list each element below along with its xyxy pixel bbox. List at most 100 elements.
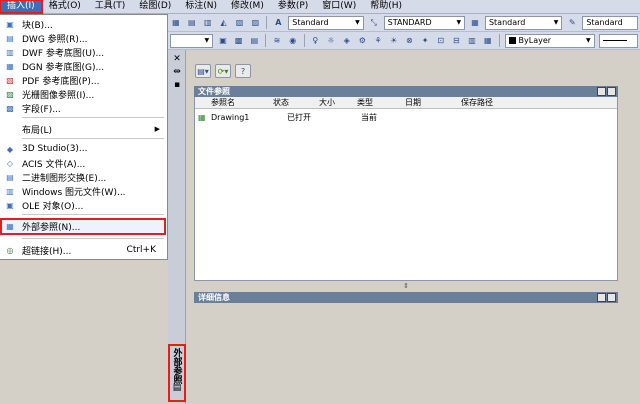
col-date[interactable]: 日期: [405, 97, 421, 109]
field-icon: ▩: [6, 103, 14, 113]
tool-icon[interactable]: ✦: [418, 34, 432, 48]
menu-item-hyperlink[interactable]: ◎ 超链接(H)... Ctrl+K: [0, 243, 166, 257]
xref-icon: ▦: [6, 222, 14, 231]
tool-icon[interactable]: ▦: [169, 16, 183, 30]
menu-item-pdf-underlay[interactable]: ▧ PDF 参考底图(P)...: [0, 73, 166, 87]
col-size[interactable]: 大小: [319, 97, 335, 109]
attach-dwg-icon[interactable]: ▤▾: [195, 64, 211, 78]
separator: [303, 34, 305, 47]
mleader-style-icon[interactable]: ✎: [565, 16, 579, 30]
palette-toolbar: ▤▾ ⟳▾ ?: [194, 64, 254, 78]
menu-modify[interactable]: 修改(M): [224, 0, 271, 13]
col-type[interactable]: 类型: [357, 97, 373, 109]
menu-window[interactable]: 窗口(W): [315, 0, 363, 13]
separator: [498, 34, 500, 47]
details-pane: [194, 303, 618, 401]
drawing-file-icon: ▦: [198, 113, 206, 122]
tool-icon[interactable]: ◭: [217, 16, 231, 30]
table-row[interactable]: ▦ Drawing1 已打开 当前: [195, 112, 617, 124]
list-view-icon[interactable]: [597, 87, 606, 96]
tool-icon[interactable]: ▥: [201, 16, 215, 30]
block-icon: ▣: [6, 19, 14, 29]
color-select[interactable]: ByLayer ▼: [504, 33, 595, 48]
menu-item-ole[interactable]: ▣ OLE 对象(O)...: [0, 198, 166, 212]
table-style-select[interactable]: Standard ▼: [484, 15, 563, 30]
text-style-icon[interactable]: A: [271, 16, 285, 30]
tool-icon[interactable]: ▥: [465, 34, 479, 48]
menu-parametric[interactable]: 参数(P): [271, 0, 315, 13]
tool-icon[interactable]: ▩: [232, 34, 246, 48]
mleader-style-select[interactable]: Standard: [582, 15, 638, 30]
auto-hide-icon[interactable]: ⇹: [171, 67, 183, 77]
text-style-select[interactable]: Standard ▼: [288, 15, 364, 30]
help-icon[interactable]: ?: [235, 64, 251, 78]
menu-item-block[interactable]: ▣ 块(B)...: [0, 17, 166, 31]
wmf-icon: ▥: [6, 186, 14, 196]
panel-splitter[interactable]: ⇕: [194, 281, 618, 291]
dgn-underlay-icon: ▦: [6, 61, 14, 71]
raster-image-icon: ▨: [6, 89, 14, 99]
refresh-icon[interactable]: ⟳▾: [215, 64, 231, 78]
layers-toolbar: ▼ ▣ ▩ ▤ ≋ ◉ ♀ ☼ ◈ ⚙ ⚘ ☀ ⊗ ✦ ⊡ ⊟ ▥ ▦ ByLa…: [168, 32, 640, 50]
tree-view-icon[interactable]: [607, 87, 616, 96]
tool-icon[interactable]: ☼: [324, 34, 338, 48]
layer-state-icon[interactable]: ◉: [286, 34, 300, 48]
dim-style-icon[interactable]: ⤡: [367, 16, 381, 30]
tool-icon[interactable]: ▤: [185, 16, 199, 30]
preview-view-icon[interactable]: [607, 293, 616, 302]
file-references-list[interactable]: 参照名 状态 大小 类型 日期 保存路径 ▦ Drawing1 已打开 当前: [194, 97, 618, 281]
menu-item-external-references[interactable]: ▦ 外部参照(N)...: [0, 218, 166, 235]
column-header-row: 参照名 状态 大小 类型 日期 保存路径: [195, 97, 617, 109]
menu-tools[interactable]: 工具(T): [88, 0, 133, 13]
menu-separator: [22, 117, 164, 118]
tool-icon[interactable]: ▧: [233, 16, 247, 30]
workspace-select[interactable]: ▼: [170, 33, 214, 48]
tool-icon[interactable]: ⊡: [434, 34, 448, 48]
menu-item-dwg-ref[interactable]: ▤ DWG 参照(R)...: [0, 31, 166, 45]
col-status[interactable]: 状态: [273, 97, 289, 109]
tool-icon[interactable]: ⊗: [403, 34, 417, 48]
tool-icon[interactable]: ⚙: [356, 34, 370, 48]
tool-icon[interactable]: ⚘: [371, 34, 385, 48]
close-icon[interactable]: ✕: [171, 54, 183, 64]
menu-item-raster-image[interactable]: ▨ 光栅图像参照(I)...: [0, 87, 166, 101]
menu-format[interactable]: 格式(O): [42, 0, 88, 13]
details-view-icon[interactable]: [597, 293, 606, 302]
menu-item-acis[interactable]: ◇ ACIS 文件(A)...: [0, 156, 166, 170]
menu-separator: [22, 214, 164, 215]
menu-insert[interactable]: 插入(I): [0, 0, 43, 14]
tool-icon[interactable]: ☀: [387, 34, 401, 48]
tool-icon[interactable]: ▤: [248, 34, 262, 48]
tool-icon[interactable]: ⊟: [450, 34, 464, 48]
menu-dimension[interactable]: 标注(N): [178, 0, 224, 13]
dim-style-select[interactable]: STANDARD ▼: [383, 15, 466, 30]
tool-icon[interactable]: ▨: [248, 16, 262, 30]
properties-icon[interactable]: ▪: [171, 80, 183, 90]
menu-item-dwf-underlay[interactable]: ▥ DWF 参考底图(U)...: [0, 45, 166, 59]
menu-item-3d-studio[interactable]: ◆ 3D Studio(3)...: [0, 142, 166, 156]
menu-help[interactable]: 帮助(H): [363, 0, 409, 13]
tool-icon[interactable]: ▣: [216, 34, 230, 48]
tool-icon[interactable]: ◈: [340, 34, 354, 48]
linetype-preview: [602, 40, 627, 41]
col-saved-path[interactable]: 保存路径: [461, 97, 493, 109]
hyperlink-icon: ◎: [6, 245, 14, 255]
details-header: 详细信息: [194, 292, 618, 303]
menu-item-layout[interactable]: 布局(L) ▶: [0, 122, 166, 136]
color-swatch: [508, 37, 516, 44]
table-style-icon[interactable]: ▦: [468, 16, 482, 30]
menu-item-binary-dxf[interactable]: ▤ 二进制图形交换(E)...: [0, 170, 166, 184]
layer-manager-icon[interactable]: ≋: [270, 34, 284, 48]
tool-icon[interactable]: ▦: [481, 34, 495, 48]
col-reference-name[interactable]: 参照名: [211, 97, 235, 109]
menu-separator: [22, 238, 164, 239]
menu-item-wmf[interactable]: ▥ Windows 图元文件(W)...: [0, 184, 166, 198]
tool-icon[interactable]: ♀: [309, 34, 323, 48]
dwg-reference-icon: ▤: [6, 33, 14, 43]
menu-item-field[interactable]: ▩ 字段(F)...: [0, 101, 166, 115]
menu-item-dgn-underlay[interactable]: ▦ DGN 参考底图(G)...: [0, 59, 166, 73]
separator: [265, 34, 267, 47]
linetype-select[interactable]: [598, 33, 638, 48]
drawing-area-background: [0, 260, 168, 404]
menu-draw[interactable]: 绘图(D): [132, 0, 178, 13]
